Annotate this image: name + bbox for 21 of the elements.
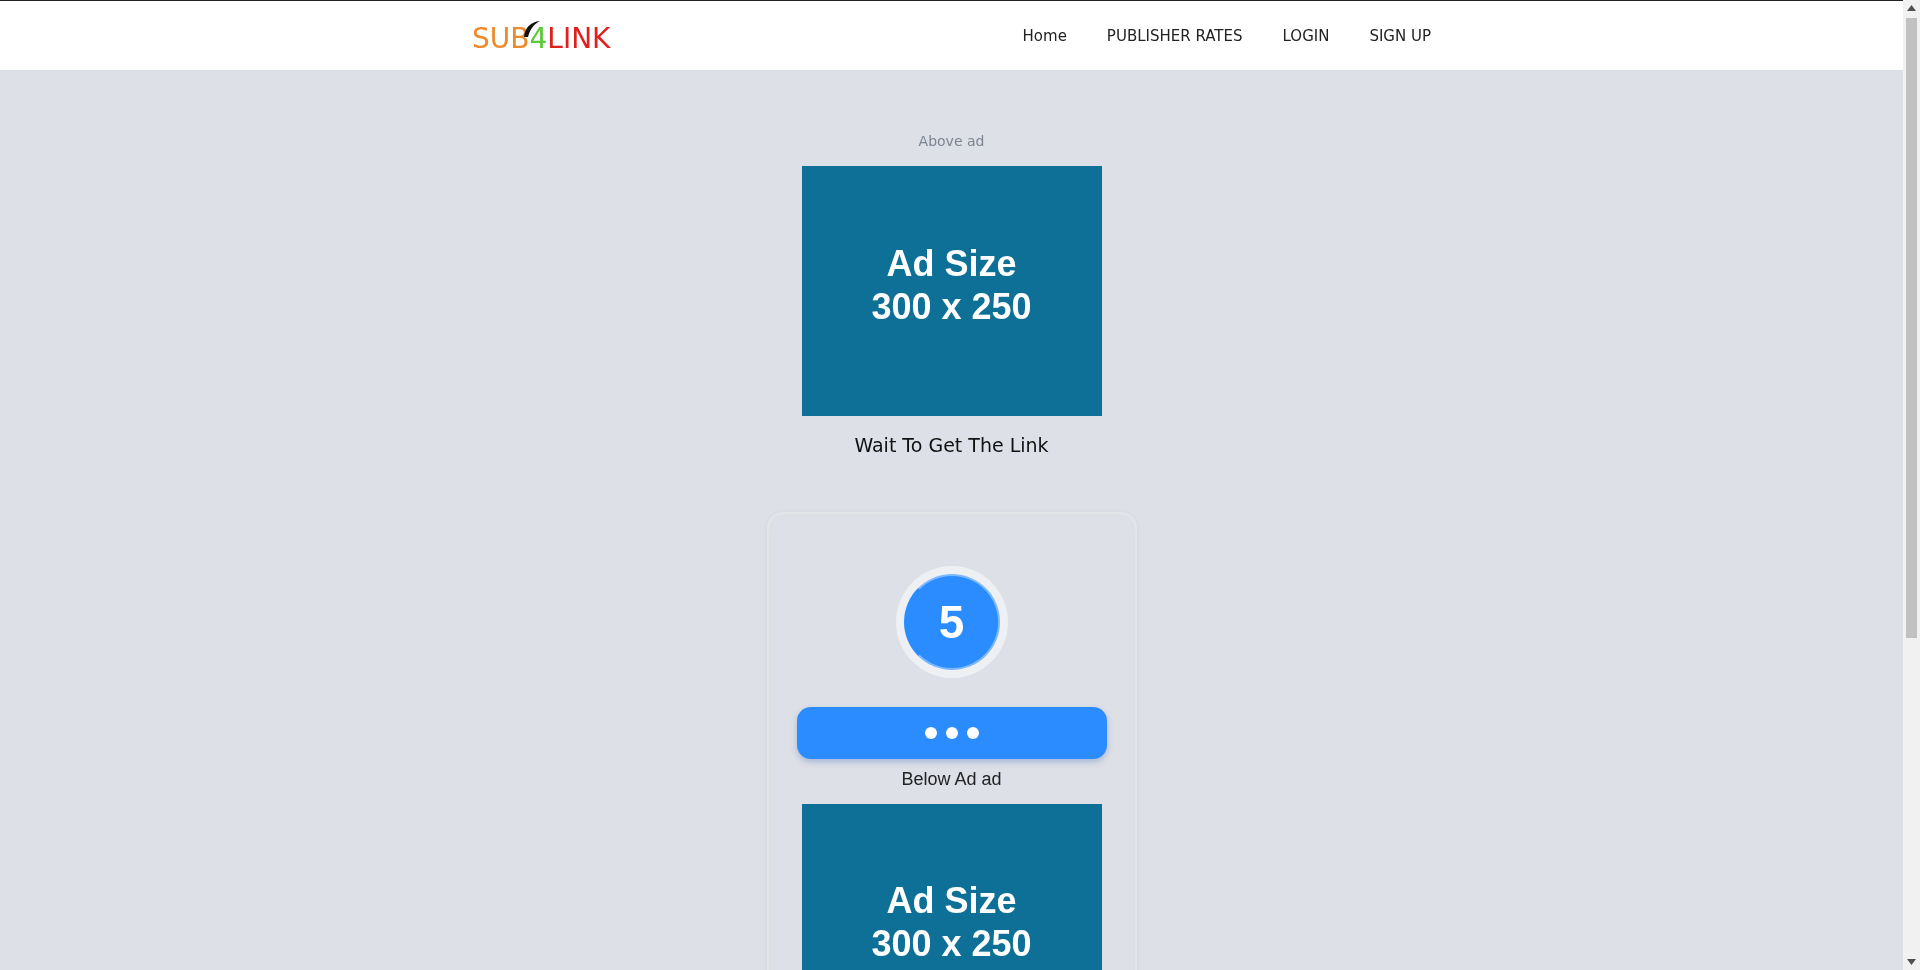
nav-link[interactable]: LOGIN — [1282, 26, 1330, 45]
get-link-button[interactable] — [796, 707, 1107, 759]
countdown-number: 5 — [903, 574, 1000, 670]
ad-caption: Below Ad ad — [901, 769, 1002, 790]
nav-link[interactable]: PUBLISHER RATES — [1106, 26, 1243, 45]
logo[interactable]: SUB4LINK — [472, 22, 611, 55]
scroll-up-icon[interactable] — [1907, 5, 1916, 11]
scrollbar-thumb[interactable] — [1906, 18, 1917, 638]
ad-text: 300 x 250 — [871, 922, 1032, 965]
loading-dots-icon — [923, 726, 980, 740]
ad-caption: Above ad — [918, 133, 985, 149]
ad-banner[interactable]: Ad Size 300 x 250 — [801, 804, 1102, 970]
page-heading: Wait To Get The Link — [854, 434, 1049, 456]
ad-text: Ad Size — [886, 242, 1017, 285]
nav-link[interactable]: SIGN UP — [1369, 26, 1431, 45]
ad-text: Ad Size — [886, 879, 1017, 922]
ad-banner[interactable]: Ad Size 300 x 250 — [801, 166, 1102, 416]
scrollbar[interactable] — [1903, 0, 1920, 970]
scroll-down-icon[interactable] — [1907, 959, 1916, 965]
ad-text: 300 x 250 — [871, 285, 1032, 328]
nav-link[interactable]: Home — [1022, 26, 1067, 45]
